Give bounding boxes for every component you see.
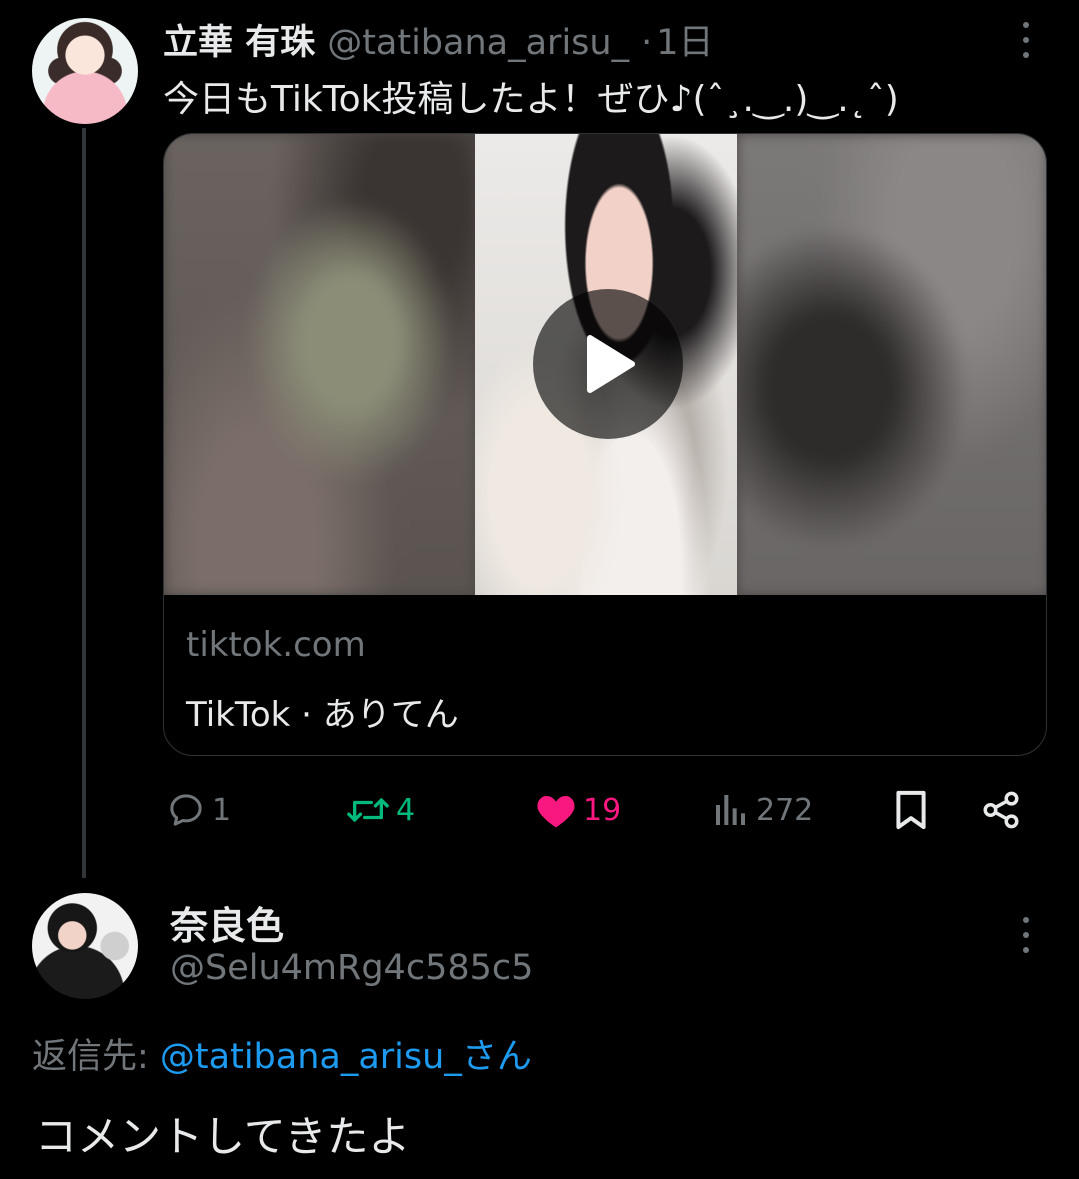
reply-author-handle[interactable]: @Selu4mRg4c585c5 xyxy=(170,948,533,988)
tweet-timestamp[interactable]: 1日 xyxy=(656,14,713,65)
tweet-actions-bar: 1 4 19 272 xyxy=(0,780,1079,840)
author-name[interactable]: 立華 有珠 xyxy=(163,14,315,65)
retweet-icon xyxy=(347,798,389,822)
replying-to-mention[interactable]: @tatibana_arisu_さん xyxy=(160,1037,532,1077)
like-button[interactable]: 19 xyxy=(535,780,621,840)
views-button[interactable]: 272 xyxy=(712,780,813,840)
heart-icon xyxy=(537,795,575,828)
views-icon xyxy=(716,795,745,825)
header-separator: · xyxy=(641,23,653,63)
bookmark-icon xyxy=(896,790,926,830)
tweet-text: 今日もTikTok投稿したよ！ぜひ♪(ˆ¸.‿.)‿.˛ˆ) xyxy=(163,79,899,120)
reply-icon xyxy=(170,794,202,826)
views-count: 272 xyxy=(756,792,814,828)
card-footer[interactable]: tiktok.com TikTok · ありてん xyxy=(164,595,1046,755)
share-button[interactable] xyxy=(980,780,1022,840)
reply-button[interactable]: 1 xyxy=(166,780,231,840)
card-title: TikTok · ありてん xyxy=(186,695,459,735)
author-avatar[interactable] xyxy=(32,18,138,124)
share-icon xyxy=(983,791,1019,829)
blurred-backdrop-right xyxy=(737,134,1046,595)
thread-connector-line xyxy=(82,128,86,878)
reply-author-name[interactable]: 奈良色 xyxy=(170,895,284,950)
play-icon xyxy=(587,335,635,393)
reply-count: 1 xyxy=(212,792,232,828)
card-domain: tiktok.com xyxy=(186,625,366,665)
blurred-backdrop-left xyxy=(164,134,475,595)
link-card[interactable]: tiktok.com TikTok · ありてん xyxy=(163,133,1047,756)
replying-to-label: 返信先: xyxy=(32,1037,160,1077)
bookmark-button[interactable] xyxy=(893,780,929,840)
author-handle[interactable]: @tatibana_arisu_ xyxy=(327,23,629,63)
reply-text: コメントしてきたよ xyxy=(35,1112,411,1161)
retweet-button[interactable]: 4 xyxy=(346,780,415,840)
card-media-thumbnail[interactable] xyxy=(164,134,1046,595)
replying-to-line: 返信先: @tatibana_arisu_さん xyxy=(32,1028,532,1079)
play-button[interactable] xyxy=(533,289,683,439)
like-count: 19 xyxy=(583,792,622,828)
more-options-icon[interactable] xyxy=(1020,22,1032,58)
reply-more-options-icon[interactable] xyxy=(1020,917,1032,953)
retweet-count: 4 xyxy=(396,792,416,828)
reply-author-avatar[interactable] xyxy=(32,893,138,999)
tweet-header: 立華 有珠 @tatibana_arisu_ · 1日 xyxy=(163,14,714,66)
